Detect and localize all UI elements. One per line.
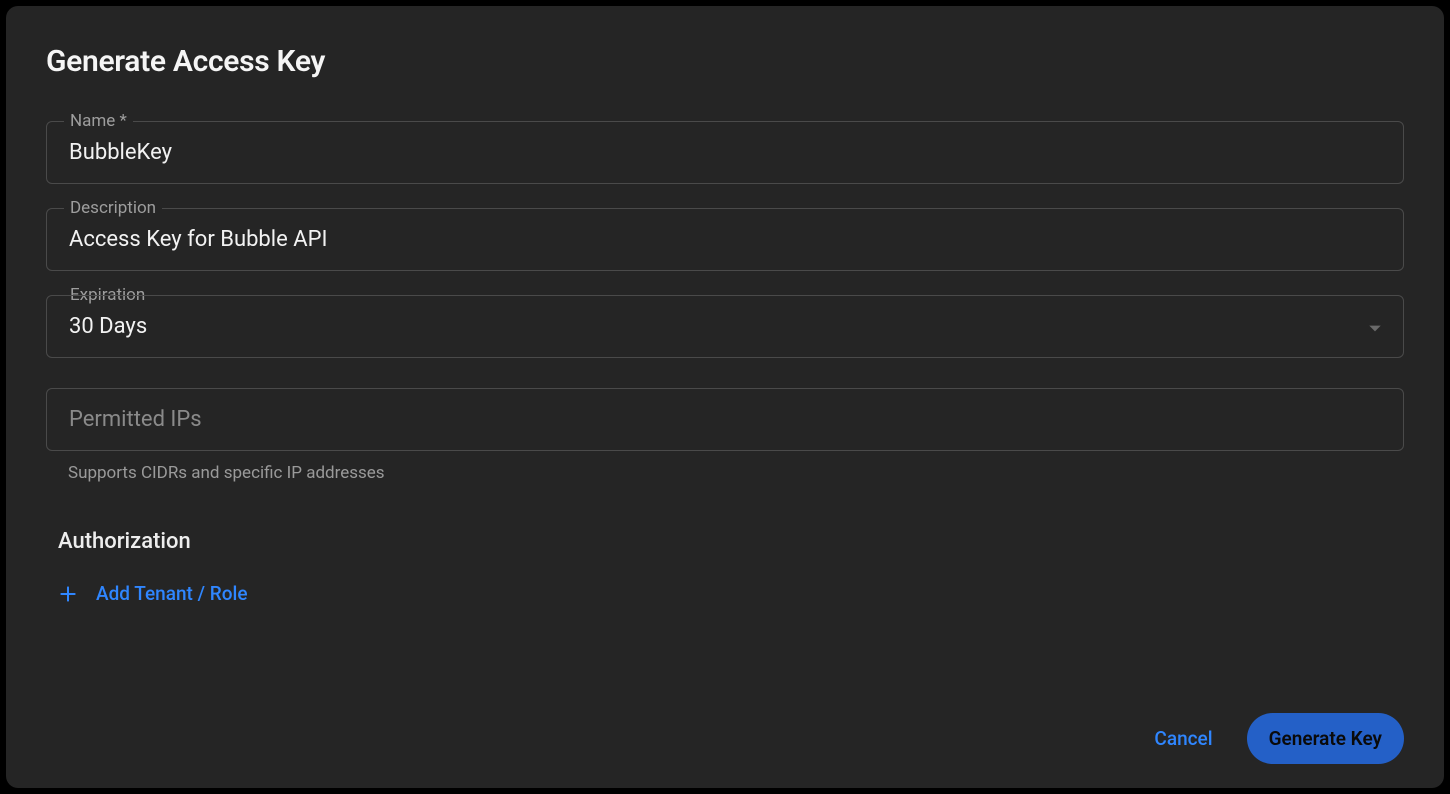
add-tenant-role-button[interactable]: Add Tenant / Role	[58, 582, 1404, 605]
add-tenant-role-label: Add Tenant / Role	[96, 582, 248, 605]
name-label: Name *	[64, 111, 133, 131]
expiration-select-wrap[interactable]: 30 Days	[46, 295, 1404, 358]
generate-key-button[interactable]: Generate Key	[1247, 713, 1404, 764]
description-field-wrap: Description	[46, 208, 1404, 271]
modal-footer: Cancel Generate Key	[1148, 713, 1404, 764]
modal-title: Generate Access Key	[46, 44, 1404, 79]
expiration-field-wrap: Expiration 30 Days	[46, 295, 1404, 358]
expiration-select[interactable]: 30 Days	[46, 295, 1404, 358]
description-input[interactable]	[46, 208, 1404, 271]
permitted-ips-field-wrap: Supports CIDRs and specific IP addresses	[46, 388, 1404, 483]
generate-access-key-modal: Generate Access Key Name * Description E…	[6, 6, 1444, 788]
authorization-section-title: Authorization	[58, 529, 1404, 554]
cancel-button[interactable]: Cancel	[1148, 717, 1218, 760]
name-input[interactable]	[46, 121, 1404, 184]
name-field-wrap: Name *	[46, 121, 1404, 184]
description-label: Description	[64, 198, 162, 218]
permitted-ips-helper: Supports CIDRs and specific IP addresses	[68, 463, 1404, 483]
plus-icon	[58, 584, 78, 604]
permitted-ips-input[interactable]	[46, 388, 1404, 451]
